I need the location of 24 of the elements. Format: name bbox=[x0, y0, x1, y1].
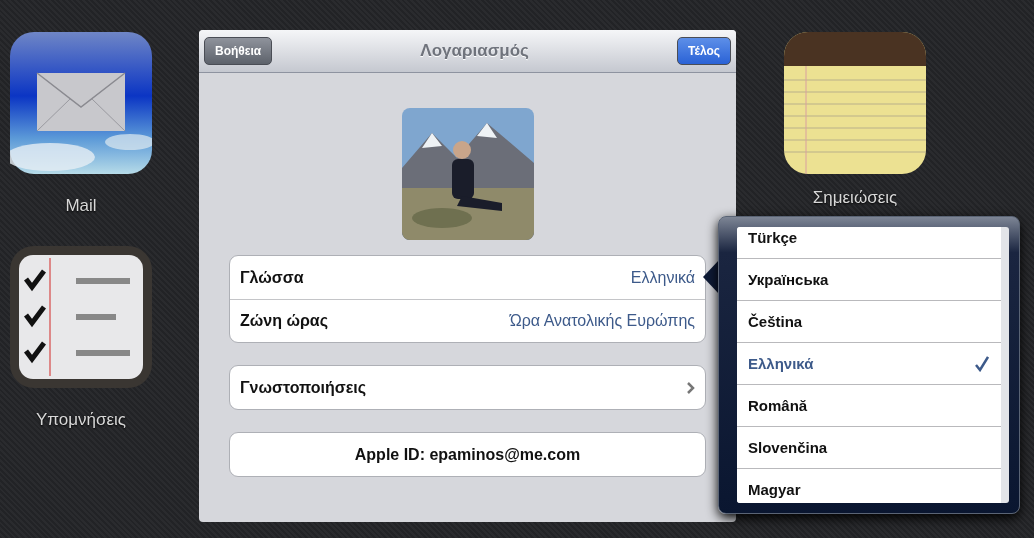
mail-app-icon[interactable] bbox=[10, 32, 152, 174]
setting-label[interactable]: Γνωστοποιήσεις bbox=[240, 378, 367, 397]
language-item[interactable]: Türkçe bbox=[737, 227, 1001, 259]
setting-value[interactable]: Ώρα Ανατολικής Ευρώπης bbox=[509, 312, 695, 330]
reminders-app-icon[interactable] bbox=[10, 246, 152, 388]
language-item[interactable]: Čeština bbox=[737, 301, 1001, 343]
language-item[interactable]: Magyar bbox=[737, 469, 1001, 503]
app-label: Σημειώσεις bbox=[812, 188, 898, 208]
help-button[interactable]: Βοήθεια bbox=[204, 37, 273, 65]
sheet-title: Λογαριασμός bbox=[420, 41, 529, 61]
setting-value[interactable]: Ελληνικά bbox=[630, 268, 695, 287]
notes-app-icon[interactable] bbox=[784, 32, 926, 174]
app-label: Υπομνήσεις bbox=[35, 410, 127, 430]
done-button[interactable]: Τέλος bbox=[677, 37, 731, 65]
language-item[interactable]: Українська bbox=[737, 259, 1001, 301]
app-label: Mail bbox=[65, 196, 97, 216]
setting-label: Ζώνη ώρας bbox=[240, 312, 328, 330]
checkmark-icon bbox=[975, 355, 989, 372]
language-item[interactable]: Română bbox=[737, 385, 1001, 427]
account-id-label: Apple ID: epaminos@me.com bbox=[354, 445, 581, 464]
language-item[interactable]: Slovenčina bbox=[737, 427, 1001, 469]
language-item[interactable]: Ελληνικά bbox=[737, 343, 1001, 385]
chevron-icon bbox=[687, 381, 695, 394]
setting-label: Γλώσσα bbox=[240, 268, 304, 287]
